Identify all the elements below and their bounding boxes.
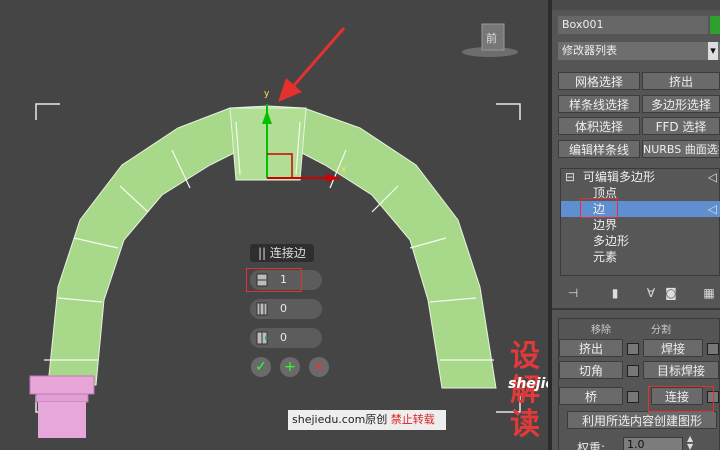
slide-field[interactable]: 0 — [250, 328, 322, 348]
footer-banner: shejiedu.com原创 禁止转载 — [288, 410, 446, 430]
stack-item-polygon[interactable]: 多边形 — [561, 233, 720, 249]
extrude-button[interactable]: 挤出 — [559, 339, 623, 357]
extrude-mod-button[interactable]: 挤出 — [642, 72, 720, 90]
stack-toolbar: ⊣ ▮ ∀ ◙ ▦ — [558, 284, 718, 304]
stack-item-element[interactable]: 元素 — [561, 249, 720, 265]
slide-value: 0 — [280, 331, 287, 344]
edit-spline-button[interactable]: 编辑样条线 — [558, 140, 640, 158]
connect-highlight — [648, 386, 714, 412]
perspective-viewport[interactable]: y x 前 || 连接边 1 0 0 ✓ + × 设解读 shejiedu.co… — [0, 0, 548, 450]
stack-root-label: 可编辑多边形 — [583, 170, 656, 184]
pinch-field[interactable]: 0 — [250, 299, 322, 319]
stack-root[interactable]: ⊟ 可编辑多边形 ◁ — [561, 169, 720, 185]
caddy-title: || 连接边 — [250, 244, 314, 262]
rollout-separator — [552, 308, 720, 310]
poly-select-button[interactable]: 多边形选择 — [642, 95, 720, 113]
footer-site: shejiedu.com原创 — [292, 413, 388, 426]
spline-select-button[interactable]: 样条线选择 — [558, 95, 640, 113]
vol-select-button[interactable]: 体积选择 — [558, 117, 640, 135]
collapse-icon: ⊟ — [565, 170, 576, 184]
extrude-settings-icon[interactable] — [627, 343, 639, 355]
stack-item-label: 边界 — [593, 218, 618, 232]
remove-modifier-icon[interactable]: ◙ — [662, 284, 680, 302]
command-panel: Box001 修改器列表 ▾ 网格选择 挤出 样条线选择 多边形选择 体积选择 … — [552, 0, 720, 450]
object-color-swatch[interactable] — [710, 16, 720, 34]
viewcube-label: 前 — [486, 32, 497, 45]
stack-item-border[interactable]: 边界 — [561, 217, 720, 233]
segments-highlight — [246, 268, 302, 292]
pin-stack-icon[interactable]: ⊣ — [564, 284, 582, 302]
axis-y-label: y — [264, 89, 270, 99]
pinch-icon — [256, 302, 268, 316]
modifier-stack[interactable]: ⊟ 可编辑多边形 ◁ 顶点 边 ◁ 边界 多边形 元素 — [560, 168, 720, 276]
weight-label: 权重: — [577, 441, 606, 450]
column-base — [29, 375, 95, 438]
cancel-button[interactable]: × — [309, 357, 329, 377]
edge-highlight — [580, 198, 618, 218]
slide-icon — [256, 331, 268, 345]
bridge-button[interactable]: 桥 — [559, 387, 623, 405]
modifier-list-label: 修改器列表 — [562, 44, 617, 57]
weight-spinner[interactable]: 1.0 — [623, 437, 683, 450]
footer-warning: 禁止转载 — [390, 413, 435, 426]
apply-button[interactable]: + — [280, 357, 300, 377]
modifier-list-dropdown[interactable]: 修改器列表 ▾ — [558, 42, 720, 60]
configure-sets-icon[interactable]: ▦ — [700, 284, 718, 302]
watermark-url: shejiedu.com — [508, 376, 548, 392]
object-name-field[interactable]: Box001 — [558, 16, 708, 34]
stack-item-label: 多边形 — [593, 234, 630, 248]
show-end-result-icon[interactable]: ▮ — [606, 284, 624, 302]
pin-icon: ◁ — [707, 170, 717, 184]
edit-edges-rollout: 移除 分割 挤出 焊接 切角 目标焊接 桥 连接 利用所选内容创建图形 权重: … — [558, 318, 720, 450]
axis-x-label: x — [341, 165, 347, 175]
pinch-value: 0 — [280, 302, 287, 315]
pin-icon: ◁ — [707, 202, 717, 216]
create-shape-button[interactable]: 利用所选内容创建图形 — [567, 411, 717, 429]
chamfer-settings-icon[interactable] — [627, 365, 639, 377]
mesh-select-button[interactable]: 网格选择 — [558, 72, 640, 90]
target-weld-button[interactable]: 目标焊接 — [643, 361, 719, 379]
weld-button[interactable]: 焊接 — [643, 339, 703, 357]
ok-button[interactable]: ✓ — [251, 357, 271, 377]
viewport-scene — [29, 23, 521, 438]
nurbs-select-button[interactable]: NURBS 曲面选择 — [642, 140, 720, 158]
annotation-arrow — [278, 27, 346, 102]
dropdown-arrow-icon: ▾ — [708, 42, 718, 60]
stack-item-label: 元素 — [593, 250, 618, 264]
remove-label[interactable]: 移除 — [591, 321, 611, 336]
split-label[interactable]: 分割 — [651, 321, 671, 336]
chamfer-button[interactable]: 切角 — [559, 361, 623, 379]
spinner-arrows-icon[interactable]: ▲ ▼ — [687, 435, 693, 450]
panel-tabs[interactable] — [552, 0, 720, 10]
ffd-select-button[interactable]: FFD 选择 — [642, 117, 720, 135]
weld-settings-icon[interactable] — [707, 343, 719, 355]
bridge-settings-icon[interactable] — [627, 391, 639, 403]
make-unique-icon[interactable]: ∀ — [642, 284, 660, 302]
